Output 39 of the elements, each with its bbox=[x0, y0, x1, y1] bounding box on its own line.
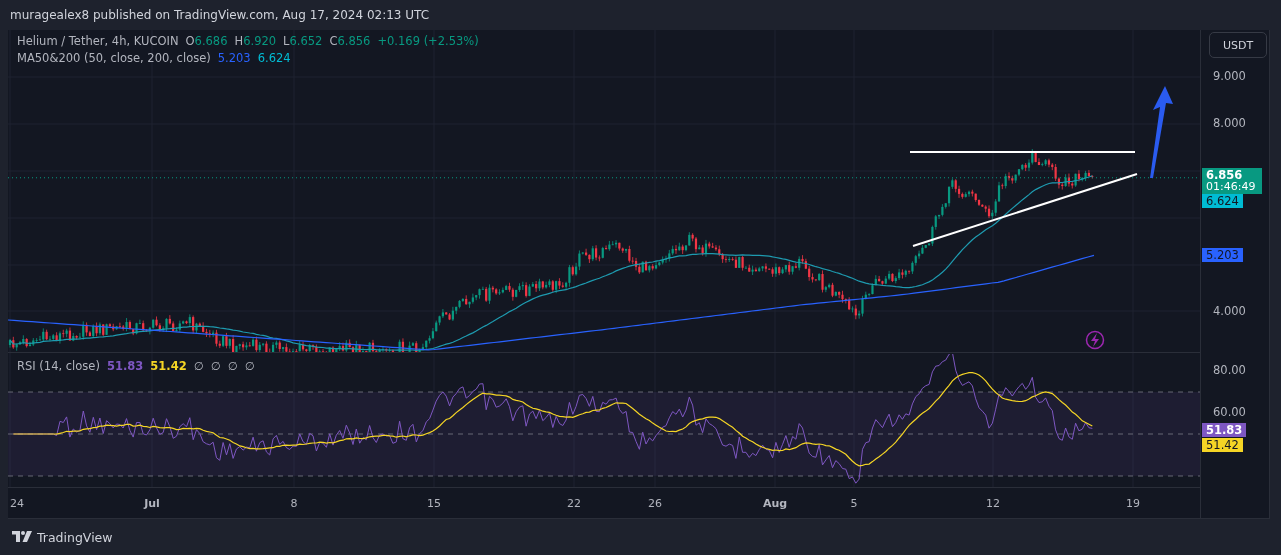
rsi-tick: 60.00 bbox=[1213, 405, 1246, 419]
symbol-title: Helium / Tether, 4h, KUCOIN bbox=[17, 34, 179, 48]
rsi-tick: 80.00 bbox=[1213, 363, 1246, 377]
time-label: 12 bbox=[986, 497, 1000, 510]
rsi-value-label: 51.42 bbox=[1202, 438, 1243, 453]
time-label: 19 bbox=[1126, 497, 1140, 510]
indicator-value: 5.203 bbox=[217, 51, 251, 65]
price-change: +0.169 (+2.53%) bbox=[377, 34, 479, 48]
ohlc-value: L6.652 bbox=[283, 34, 323, 48]
time-label: 24 bbox=[10, 497, 24, 510]
publish-info: muragealex8 published on TradingView.com, Aug 17, 2024 02:13 UTC bbox=[10, 8, 430, 22]
price-tick: 8.000 bbox=[1213, 116, 1246, 130]
time-label: 15 bbox=[427, 497, 441, 510]
empty-value: ∅ bbox=[244, 359, 255, 373]
indicator-value: 51.83 bbox=[106, 359, 144, 373]
last-price: 6.856 bbox=[1206, 168, 1244, 181]
indicator-name: MA50&200 (50, close, 200, close) bbox=[17, 51, 211, 65]
indicator-value: 6.624 bbox=[257, 51, 291, 65]
currency-button[interactable]: USDT bbox=[1209, 32, 1267, 58]
time-label: Aug bbox=[762, 497, 788, 510]
time-label: 22 bbox=[567, 497, 581, 510]
rsi-value-label: 51.83 bbox=[1202, 423, 1247, 438]
ma-price-label: 5.203 bbox=[1202, 248, 1243, 263]
brand-name: TradingView bbox=[37, 529, 113, 545]
ohlc-value: C6.856 bbox=[329, 34, 371, 48]
ohlc-value: H6.920 bbox=[234, 34, 277, 48]
price-tick: 9.000 bbox=[1213, 69, 1246, 83]
indicator-name: RSI (14, close) bbox=[17, 359, 100, 373]
countdown-timer: 01:46:49 bbox=[1206, 180, 1257, 193]
empty-value: ∅ bbox=[193, 359, 204, 373]
time-label: 8 bbox=[290, 497, 298, 510]
time-label: 5 bbox=[850, 497, 858, 510]
empty-value: ∅ bbox=[227, 359, 238, 373]
price-tick: 4.000 bbox=[1213, 304, 1246, 318]
time-label: Jul bbox=[144, 497, 160, 510]
time-label: 26 bbox=[648, 497, 662, 510]
ohlc-value: O6.686 bbox=[185, 34, 228, 48]
indicator-value: 51.42 bbox=[150, 359, 187, 373]
empty-value: ∅ bbox=[210, 359, 221, 373]
